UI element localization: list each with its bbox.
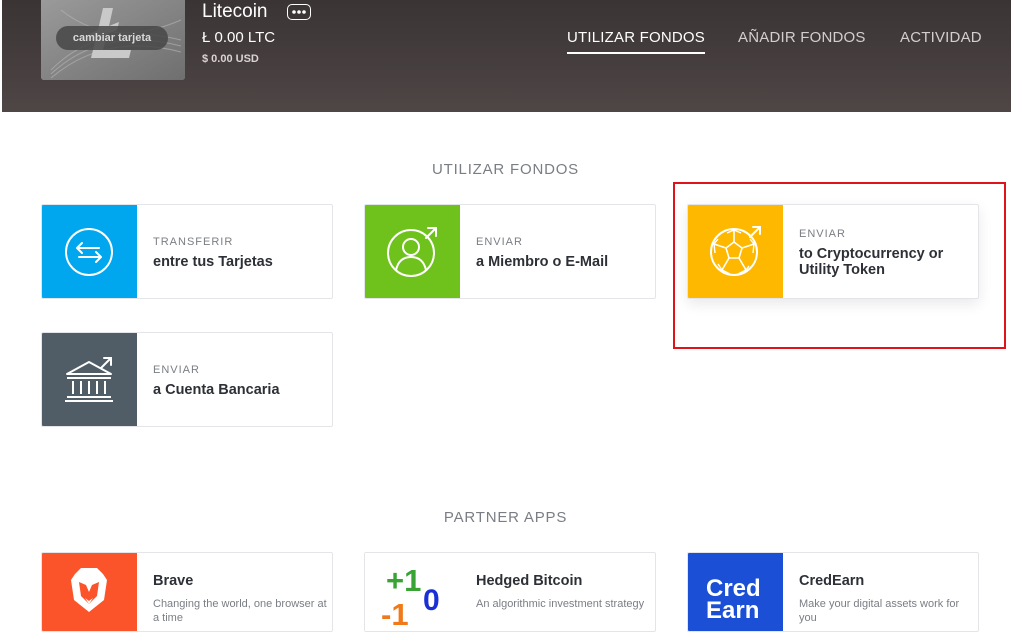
- wallet-header: cambiar tarjeta Litecoin Ł 0.00 LTC $ 0.…: [2, 0, 1011, 112]
- credearn-logo-panel: Cred Earn: [688, 553, 783, 631]
- partner-brave-tile[interactable]: Brave Changing the world, one browser at…: [41, 552, 333, 632]
- highlight-box: [673, 182, 1006, 349]
- tile-kicker: TRANSFERIR: [153, 236, 234, 248]
- transfer-icon-panel: [42, 205, 137, 298]
- partner-name: CredEarn: [799, 573, 865, 589]
- send-to-bank-tile[interactable]: ENVIAR a Cuenta Bancaria: [41, 332, 333, 427]
- tile-label: a Miembro o E-Mail: [476, 254, 609, 270]
- partner-desc: An algorithmic investment strategy: [476, 598, 645, 610]
- partner-desc: Make your digital assets work for you: [799, 598, 960, 624]
- partner-name: Hedged Bitcoin: [476, 573, 583, 589]
- coin-name: Litecoin: [202, 1, 268, 22]
- tile-kicker: ENVIAR: [476, 236, 523, 248]
- transfer-arrows-icon: [65, 228, 113, 276]
- hedged-bitcoin-logo: +1 0 -1: [365, 553, 460, 632]
- bank-icon-panel: [42, 333, 137, 426]
- brave-lion-icon: [71, 568, 107, 612]
- more-dots-icon: [292, 10, 306, 14]
- tile-label: a Cuenta Bancaria: [153, 382, 280, 398]
- user-send-icon: [387, 227, 437, 277]
- balance-usd: $ 0.00 USD: [202, 53, 259, 65]
- card-thumbnail[interactable]: cambiar tarjeta: [41, 0, 185, 80]
- logo-line-2: Earn: [706, 597, 760, 624]
- balance-ltc: Ł 0.00 LTC: [202, 29, 276, 46]
- partner-desc: Changing the world, one browser at a tim…: [153, 598, 327, 624]
- more-options-button[interactable]: [287, 4, 311, 20]
- credearn-logo-text: Cred Earn: [706, 577, 761, 624]
- change-card-button[interactable]: cambiar tarjeta: [56, 26, 168, 50]
- logo-zero: 0: [423, 584, 440, 617]
- spend-section-title: UTILIZAR FONDOS: [431, 161, 579, 178]
- tab-activity[interactable]: ACTIVIDAD: [900, 29, 982, 46]
- transfer-between-cards-tile[interactable]: TRANSFERIR entre tus Tarjetas: [41, 204, 333, 299]
- tile-label: entre tus Tarjetas: [153, 254, 273, 270]
- logo-plus-one: +1: [386, 563, 422, 598]
- partner-hedged-bitcoin-tile[interactable]: +1 0 -1 Hedged Bitcoin An algorithmic in…: [364, 552, 656, 632]
- member-icon-panel: [365, 205, 460, 298]
- partner-apps-title: PARTNER APPS: [443, 509, 568, 526]
- tab-spend-funds[interactable]: UTILIZAR FONDOS: [567, 29, 706, 54]
- partner-name: Brave: [153, 573, 194, 589]
- send-to-member-tile[interactable]: ENVIAR a Miembro o E-Mail: [364, 204, 656, 299]
- brave-logo-panel: [42, 553, 137, 631]
- partner-credearn-tile[interactable]: Cred Earn CredEarn Make your digital ass…: [687, 552, 979, 632]
- bank-icon: [65, 357, 113, 402]
- tile-kicker: ENVIAR: [153, 364, 200, 376]
- logo-minus-one: -1: [381, 597, 409, 632]
- tab-add-funds[interactable]: AÑADIR FONDOS: [738, 29, 866, 46]
